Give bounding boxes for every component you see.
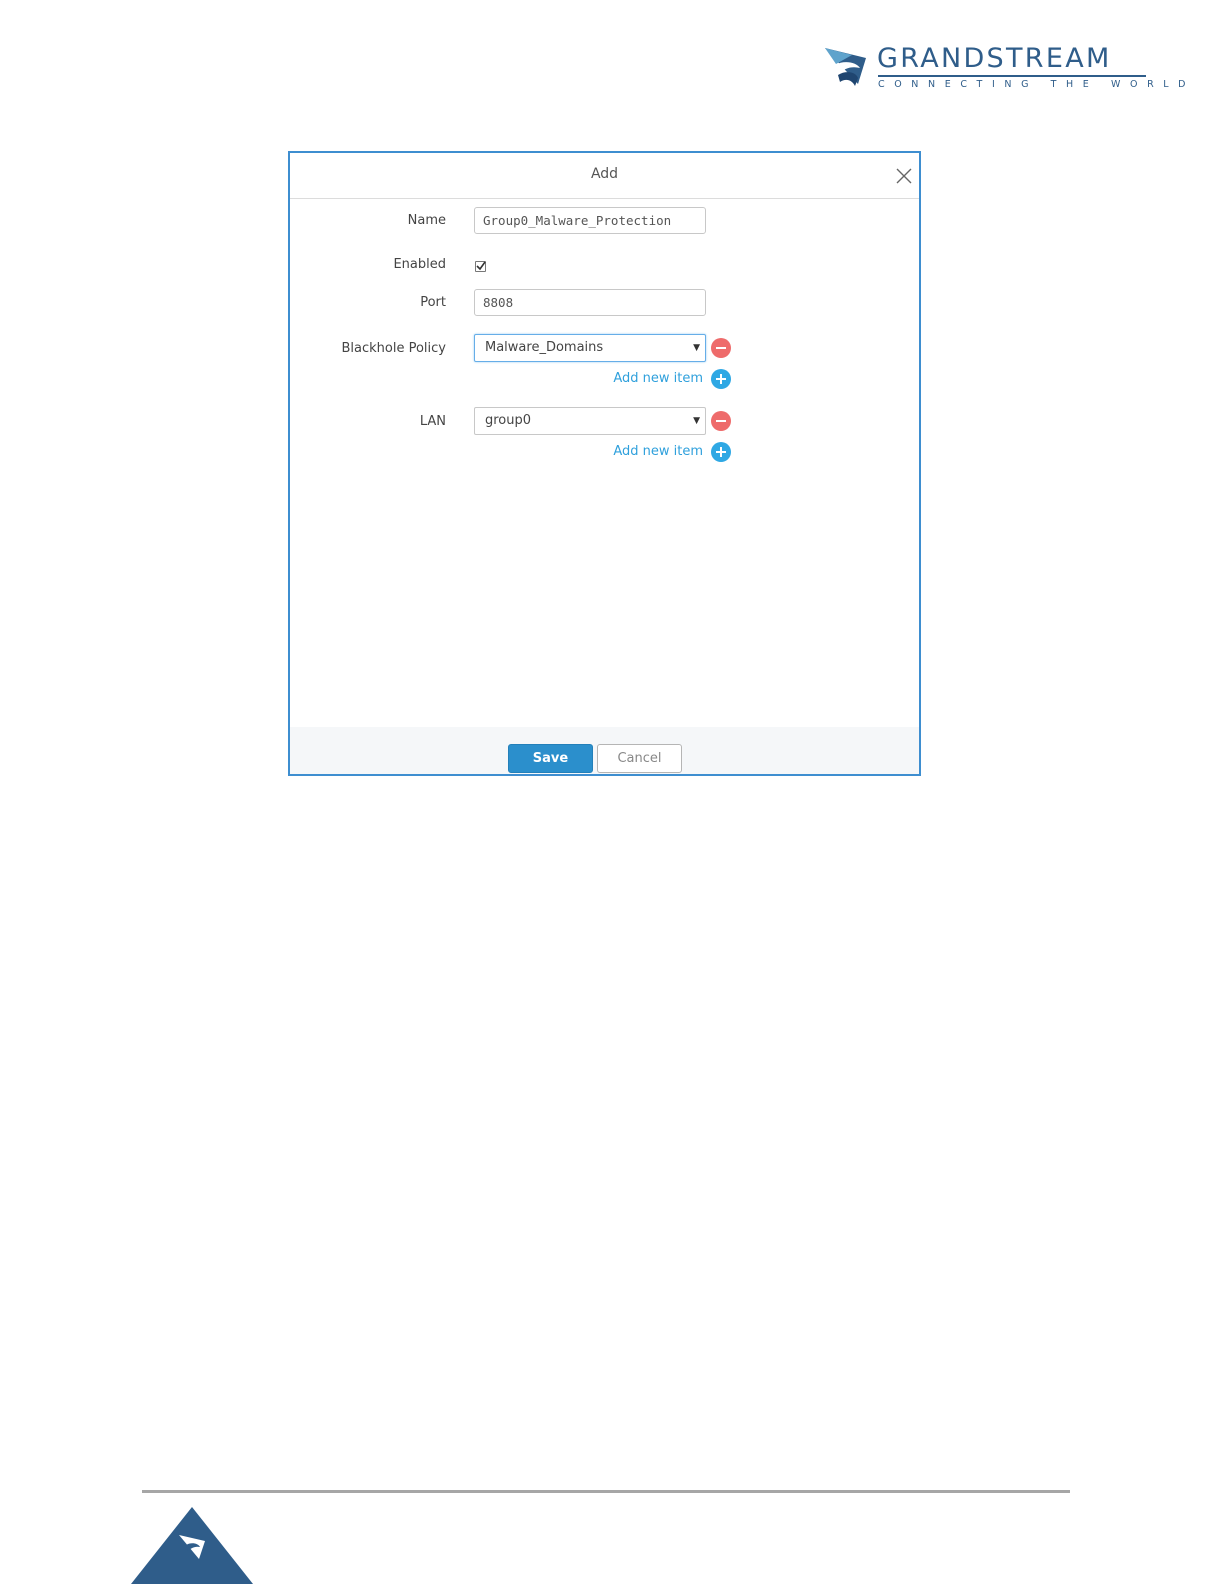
brand-name: GRANDSTREAM xyxy=(877,43,1112,74)
remove-lan-button[interactable] xyxy=(711,411,731,431)
blackhole-policy-select[interactable]: Malware_Domains ▼ xyxy=(474,334,706,362)
caret-down-icon: ▼ xyxy=(693,343,700,353)
add-blackhole-policy-button[interactable] xyxy=(711,369,731,389)
enabled-label: Enabled xyxy=(393,257,446,272)
add-lan-link[interactable]: Add new item xyxy=(613,444,703,459)
brand-tagline: CONNECTING THE WORLD xyxy=(878,79,1196,90)
caret-down-icon: ▼ xyxy=(693,416,700,426)
minus-circle-icon xyxy=(716,420,726,422)
blackhole-policy-value: Malware_Domains xyxy=(485,340,604,355)
save-button[interactable]: Save xyxy=(508,744,593,773)
lan-label: LAN xyxy=(419,414,446,429)
remove-blackhole-policy-button[interactable] xyxy=(711,338,731,358)
close-button[interactable] xyxy=(895,167,913,185)
add-dialog: Add Name Group0_Malware_Protection Enabl… xyxy=(288,151,921,776)
lan-value: group0 xyxy=(485,413,532,428)
brand-rule xyxy=(878,75,1146,77)
grandstream-logo-icon xyxy=(825,48,866,86)
footer-logo-icon xyxy=(131,1507,253,1584)
close-icon xyxy=(896,168,912,184)
port-label: Port xyxy=(420,295,446,310)
page-footer-rule xyxy=(142,1490,1070,1493)
add-lan-button[interactable] xyxy=(711,442,731,462)
minus-circle-icon xyxy=(716,347,726,349)
dialog-title: Add xyxy=(590,166,619,182)
dialog-footer: Save Cancel xyxy=(290,727,919,774)
checkmark-icon xyxy=(476,261,486,271)
lan-select[interactable]: group0 ▼ xyxy=(474,407,706,435)
port-input[interactable]: 8808 xyxy=(474,289,706,316)
blackhole-policy-label: Blackhole Policy xyxy=(341,341,446,356)
plus-circle-icon xyxy=(716,374,726,384)
enabled-checkbox[interactable] xyxy=(475,261,486,272)
name-input[interactable]: Group0_Malware_Protection xyxy=(474,207,706,234)
plus-circle-icon xyxy=(716,447,726,457)
cancel-button[interactable]: Cancel xyxy=(597,744,682,773)
name-label: Name xyxy=(407,213,446,228)
brand-logo: GRANDSTREAM CONNECTING THE WORLD xyxy=(822,42,1186,96)
dialog-header: Add xyxy=(290,153,919,199)
add-blackhole-policy-link[interactable]: Add new item xyxy=(613,371,703,386)
